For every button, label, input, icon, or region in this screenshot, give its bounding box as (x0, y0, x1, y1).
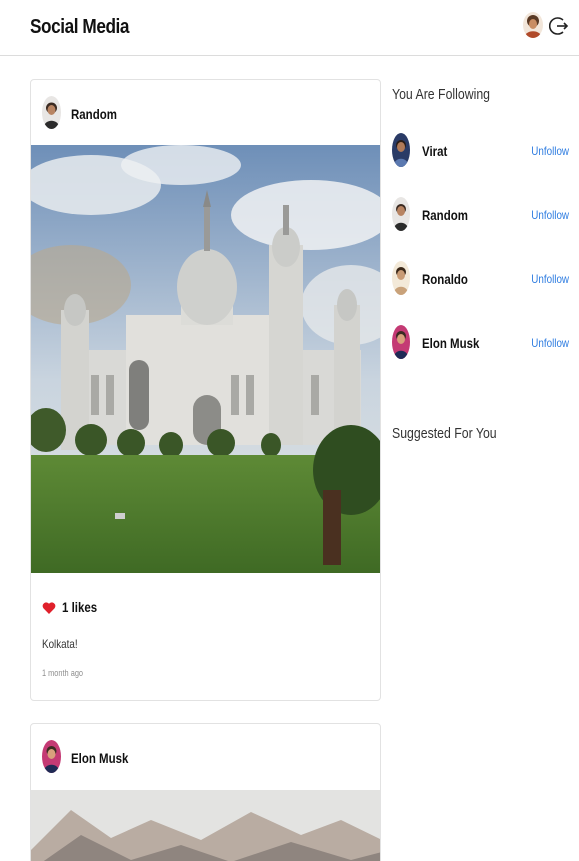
unfollow-button[interactable]: Unfollow (531, 144, 569, 158)
brand-title[interactable]: Social Media (30, 16, 129, 39)
post-username[interactable]: Elon Musk (71, 750, 128, 766)
avatar[interactable] (392, 133, 410, 167)
following-heading: You Are Following (392, 86, 491, 103)
following-name[interactable]: Elon Musk (422, 335, 479, 351)
post-image (31, 790, 380, 861)
following-item-ronaldo: Ronaldo Unfollow (392, 261, 572, 297)
post-username[interactable]: Random (71, 106, 117, 122)
avatar[interactable] (392, 197, 410, 231)
post-image (31, 145, 380, 573)
post-avatar[interactable] (42, 96, 61, 129)
post-card: Elon Musk (30, 723, 381, 861)
following-item-elon-musk: Elon Musk Unfollow (392, 325, 572, 361)
unfollow-button[interactable]: Unfollow (531, 208, 569, 222)
post-caption: Kolkata! (42, 637, 78, 651)
top-header: Social Media (0, 0, 579, 56)
avatar[interactable] (392, 325, 410, 359)
post-timestamp: 1 month ago (42, 668, 84, 678)
avatar[interactable] (392, 261, 410, 295)
post-header: Random (31, 80, 380, 145)
post-header: Elon Musk (31, 724, 380, 789)
following-item-random: Random Unfollow (392, 197, 572, 233)
suggested-heading: Suggested For You (392, 425, 497, 442)
following-name[interactable]: Ronaldo (422, 271, 468, 287)
unfollow-button[interactable]: Unfollow (531, 336, 569, 350)
following-name[interactable]: Virat (422, 143, 447, 159)
post-card: Random 1 likes Kolkata! 1 month ago (30, 79, 381, 701)
likes-count: 1 likes (62, 599, 98, 615)
heart-icon[interactable] (42, 601, 56, 615)
post-avatar[interactable] (42, 740, 61, 773)
user-avatar-icon[interactable] (523, 12, 543, 38)
unfollow-button[interactable]: Unfollow (531, 272, 569, 286)
logout-icon[interactable] (548, 14, 569, 38)
following-item-virat: Virat Unfollow (392, 133, 572, 169)
following-name[interactable]: Random (422, 207, 468, 223)
